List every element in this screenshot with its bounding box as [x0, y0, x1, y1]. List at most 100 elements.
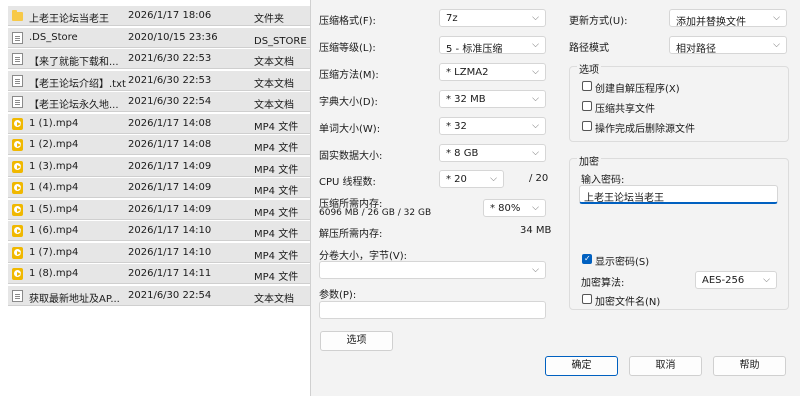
chevron-down-icon: ⌵ — [773, 13, 780, 23]
file-name: 【来了就能下载和... — [29, 57, 119, 68]
file-row[interactable]: 1 (1).mp4 2026/1/17 14:08 MP4 文件 — [8, 113, 310, 134]
file-date: 2021/6/30 22:54 — [128, 289, 212, 301]
encryption-group-title: 加密 — [577, 153, 601, 168]
level-label: 压缩等级(L): — [319, 43, 376, 54]
file-type: 文本文档 — [254, 57, 294, 68]
file-name: .DS_Store — [29, 31, 78, 43]
dictionary-select[interactable]: * 32 MB ⌵ — [439, 90, 546, 108]
decompress-memory-value: 34 MB — [520, 225, 552, 236]
document-icon — [12, 96, 23, 108]
file-row[interactable]: 1 (3).mp4 2026/1/17 14:09 MP4 文件 — [8, 156, 310, 177]
chevron-down-icon: ⌵ — [532, 148, 539, 158]
format-select[interactable]: 7z ⌵ — [439, 9, 546, 27]
file-type: 文本文档 — [254, 100, 294, 111]
file-row[interactable]: .DS_Store 2020/10/15 23:36 DS_STORE 文件 — [8, 27, 310, 48]
file-list: 上老王论坛当老王 2026/1/17 18:06 文件夹 .DS_Store 2020/… — [0, 0, 310, 396]
chevron-down-icon: ⌵ — [532, 203, 539, 213]
chevron-down-icon: ⌵ — [773, 40, 780, 50]
video-icon — [12, 182, 23, 194]
file-row[interactable]: 1 (4).mp4 2026/1/17 14:09 MP4 文件 — [8, 178, 310, 198]
file-row[interactable]: 【来了就能下载和... 2021/6/30 22:53 文本文档 — [8, 49, 310, 69]
decompress-memory-label: 解压所需内存: — [319, 229, 383, 240]
file-row[interactable]: 1 (2).mp4 2026/1/17 14:08 MP4 文件 — [8, 135, 310, 155]
file-date: 2026/1/17 14:09 — [128, 203, 212, 215]
chevron-down-icon: ⌵ — [532, 40, 539, 50]
file-row[interactable]: 1 (7).mp4 2026/1/17 14:10 MP4 文件 — [8, 242, 310, 263]
chevron-down-icon: ⌵ — [490, 174, 497, 184]
show-password-checkbox[interactable] — [582, 254, 592, 264]
file-name: 1 (6).mp4 — [29, 225, 79, 236]
encryption-method-select[interactable]: AES-256 ⌵ — [695, 271, 777, 289]
encryption-method-label: 加密算法: — [581, 278, 625, 289]
chevron-down-icon: ⌵ — [763, 275, 770, 285]
path-mode-select[interactable]: 相对路径 ⌵ — [669, 36, 787, 55]
file-row[interactable]: 【老王论坛永久地... 2021/6/30 22:54 文本文档 — [8, 92, 310, 112]
options-button[interactable]: 选项 — [320, 331, 393, 351]
cpu-threads-label: CPU 线程数: — [319, 177, 376, 188]
document-icon — [12, 289, 23, 302]
options-group-title: 选项 — [577, 61, 601, 76]
password-value: 上老王论坛当老王 — [584, 193, 664, 204]
update-mode-label: 更新方式(U): — [569, 16, 628, 27]
file-date: 2021/6/30 22:53 — [128, 74, 212, 86]
sfx-checkbox[interactable] — [582, 81, 592, 91]
file-name: 1 (8).mp4 — [29, 268, 79, 279]
chevron-down-icon: ⌵ — [532, 67, 539, 77]
cpu-threads-max: / 20 — [529, 173, 549, 184]
file-row[interactable]: 1 (5).mp4 2026/1/17 14:09 MP4 文件 — [8, 199, 310, 220]
file-date: 2026/1/17 14:09 — [128, 160, 212, 172]
file-name: 1 (2).mp4 — [29, 139, 79, 150]
delete-after-checkbox[interactable] — [582, 121, 592, 131]
folder-icon — [12, 10, 23, 21]
memory-detail: 6096 MB / 26 GB / 32 GB — [319, 208, 432, 218]
file-name: 【老王论坛介绍】.txt — [29, 78, 126, 90]
file-row[interactable]: 1 (8).mp4 2026/1/17 14:11 MP4 文件 — [8, 264, 310, 284]
file-name: 1 (5).mp4 — [29, 203, 79, 215]
video-icon — [12, 268, 23, 280]
ok-button[interactable]: 确定 — [545, 356, 618, 376]
document-icon — [12, 31, 23, 44]
file-type: MP4 文件 — [254, 272, 299, 283]
encrypt-names-label: 加密文件名(N) — [595, 297, 661, 308]
dictionary-value: * 32 MB — [446, 94, 486, 105]
file-date: 2021/6/30 22:54 — [128, 96, 212, 107]
chevron-down-icon: ⌵ — [532, 265, 539, 275]
help-button[interactable]: 帮助 — [713, 356, 786, 376]
word-size-select[interactable]: * 32 ⌵ — [439, 117, 546, 135]
update-mode-select[interactable]: 添加并替换文件 ⌵ — [669, 9, 787, 28]
solid-size-select[interactable]: * 8 GB ⌵ — [439, 144, 546, 162]
shared-files-checkbox[interactable] — [582, 101, 592, 111]
file-type: MP4 文件 — [254, 164, 299, 176]
dictionary-label: 字典大小(D): — [319, 97, 378, 108]
path-mode-label: 路径模式 — [569, 43, 609, 54]
file-name: 1 (4).mp4 — [29, 182, 79, 193]
file-date: 2021/6/30 22:53 — [128, 53, 212, 64]
volume-size-select[interactable]: ⌵ — [319, 261, 546, 279]
path-mode-value: 相对路径 — [676, 44, 716, 55]
file-name: 1 (7).mp4 — [29, 246, 79, 258]
parameters-input[interactable] — [319, 301, 546, 319]
video-icon — [12, 225, 23, 237]
password-input[interactable]: 上老王论坛当老王 — [579, 185, 778, 204]
parameters-label: 参数(P): — [319, 290, 357, 301]
memory-usage-select[interactable]: * 80% ⌵ — [483, 199, 546, 217]
method-select[interactable]: * LZMA2 ⌵ — [439, 63, 546, 81]
cpu-threads-select[interactable]: * 20 ⌵ — [439, 170, 504, 188]
show-password-label: 显示密码(S) — [595, 257, 650, 268]
file-row[interactable]: 【老王论坛介绍】.txt 2021/6/30 22:53 文本文档 — [8, 70, 310, 91]
chevron-down-icon: ⌵ — [532, 94, 539, 104]
file-name: 1 (3).mp4 — [29, 160, 79, 172]
encrypt-names-checkbox[interactable] — [582, 294, 592, 304]
level-select[interactable]: 5 - 标准压缩 ⌵ — [439, 36, 546, 55]
file-row[interactable]: 1 (6).mp4 2026/1/17 14:10 MP4 文件 — [8, 221, 310, 241]
volume-size-label: 分卷大小，字节(V): — [319, 251, 408, 262]
file-row[interactable]: 获取最新地址及AP... 2021/6/30 22:54 文本文档 — [8, 285, 310, 306]
file-name: 上老王论坛当老王 — [29, 14, 109, 25]
word-size-value: * 32 — [446, 121, 467, 132]
sfx-label: 创建自解压程序(X) — [595, 84, 680, 95]
update-mode-value: 添加并替换文件 — [676, 17, 746, 28]
delete-after-label: 操作完成后删除源文件 — [595, 124, 695, 135]
file-date: 2026/1/17 14:11 — [128, 268, 212, 279]
file-row[interactable]: 上老王论坛当老王 2026/1/17 18:06 文件夹 — [8, 6, 310, 26]
cancel-button[interactable]: 取消 — [629, 356, 702, 376]
